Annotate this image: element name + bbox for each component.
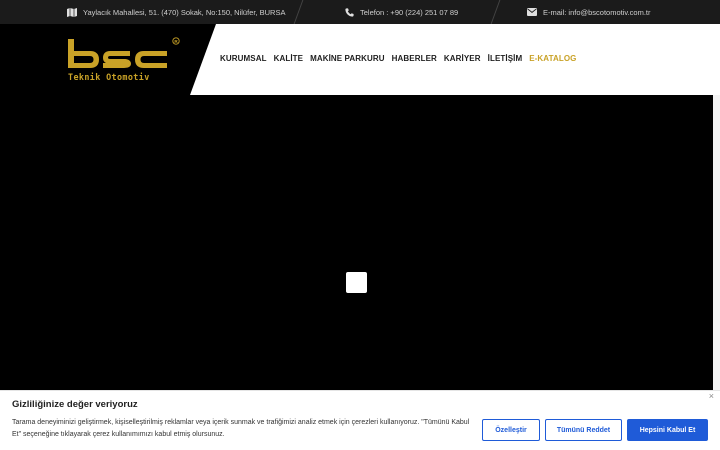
cookie-description-line: Tarama deneyiminizi geliştirmek, kişisel… — [12, 419, 470, 426]
phone-item[interactable]: Telefon : +90 (224) 251 07 89 — [345, 0, 458, 24]
play-icon[interactable] — [346, 272, 367, 293]
page: Yaylacık Mahallesi, 51. (470) Sokak, No:… — [0, 0, 720, 450]
envelope-icon — [527, 8, 537, 16]
close-icon[interactable]: × — [709, 392, 714, 401]
email-item[interactable]: E-mail: info@bscotomotiv.com.tr — [527, 0, 651, 24]
nav-item-makine-parkuru[interactable]: MAKİNE PARKURU — [310, 54, 385, 63]
nav-item-haberler[interactable]: HABERLER — [392, 54, 437, 63]
reject-all-button[interactable]: Tümünü Reddet — [545, 419, 622, 441]
phone-text: Telefon : +90 (224) 251 07 89 — [360, 7, 459, 17]
bsc-logo-icon: R Teknik Otomotiv — [68, 37, 180, 82]
topbar-divider — [490, 0, 501, 24]
brand-logo[interactable]: R Teknik Otomotiv — [66, 36, 186, 86]
address-item: Yaylacık Mahallesi, 51. (470) Sokak, No:… — [67, 0, 285, 24]
main-nav: KURUMSAL KALİTE MAKİNE PARKURU HABERLER … — [220, 50, 583, 66]
logo-subtitle: Teknik Otomotiv — [68, 72, 150, 82]
email-text: E-mail: info@bscotomotiv.com.tr — [543, 7, 651, 17]
top-info-bar: Yaylacık Mahallesi, 51. (470) Sokak, No:… — [0, 0, 720, 24]
cookie-description-line: Et" seçeneğine tıklayarak çerez kullanım… — [12, 431, 225, 438]
topbar-divider — [293, 0, 304, 24]
phone-icon — [345, 7, 354, 17]
cookie-title: Gizliliğinize değer veriyoruz — [12, 399, 138, 410]
map-icon — [67, 7, 77, 17]
nav-item-e-katalog[interactable]: E-KATALOG — [529, 54, 576, 63]
nav-item-iletisim[interactable]: İLETİŞİM — [488, 54, 523, 63]
nav-item-kariyer[interactable]: KARİYER — [444, 54, 481, 63]
nav-item-kalite[interactable]: KALİTE — [274, 54, 304, 63]
address-text: Yaylacık Mahallesi, 51. (470) Sokak, No:… — [83, 7, 286, 17]
customize-button[interactable]: Özelleştir — [482, 419, 540, 441]
scrollbar-track[interactable] — [713, 95, 720, 395]
cookie-description: Tarama deneyiminizi geliştirmek, kişisel… — [12, 417, 477, 441]
nav-item-kurumsal[interactable]: KURUMSAL — [220, 54, 267, 63]
accept-all-button[interactable]: Hepsini Kabul Et — [627, 419, 708, 441]
hero-video[interactable] — [0, 95, 713, 395]
